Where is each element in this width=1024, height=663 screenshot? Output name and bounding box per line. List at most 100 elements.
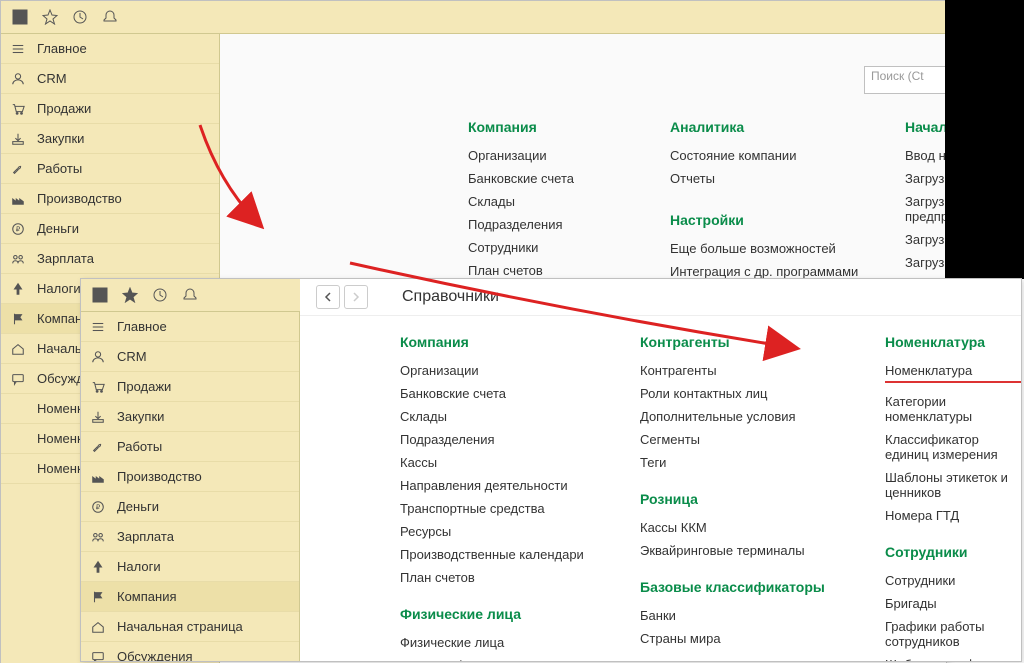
link-item[interactable]: Роли контактных лиц: [640, 383, 825, 404]
link-item[interactable]: Банки: [640, 605, 825, 626]
history-icon[interactable]: [69, 6, 91, 28]
link-item[interactable]: План счетов: [400, 567, 584, 588]
sidebar-item-11[interactable]: Обсуждения: [81, 642, 299, 661]
link-item[interactable]: Классификатор единиц измерения: [885, 429, 1021, 465]
sidebar-label: Производство: [37, 191, 122, 206]
group-contractors: КонтрагентыРоли контактных лицДополнител…: [640, 360, 825, 473]
sidebar-item-6[interactable]: ₽Деньги: [81, 492, 299, 522]
link-item[interactable]: Организации: [400, 360, 584, 381]
sidebar-item-7[interactable]: Зарплата: [81, 522, 299, 552]
link-item[interactable]: Шаблоны графиков работы: [885, 654, 1021, 661]
sidebar-label: Продажи: [37, 101, 91, 116]
link-item[interactable]: Категории номенклатуры: [885, 391, 1021, 427]
sidebar-item-3[interactable]: Закупки: [1, 124, 219, 154]
group-company-2: ОрганизацииБанковские счетаСкладыПодразд…: [400, 360, 584, 588]
sidebar-item-2[interactable]: Продажи: [1, 94, 219, 124]
link-item[interactable]: Ресурсы: [400, 521, 584, 542]
sidebar-item-5[interactable]: Производство: [1, 184, 219, 214]
link-item[interactable]: Загрузка данных из внешнего источника: [905, 229, 946, 250]
link-item[interactable]: Направления деятельности: [400, 475, 584, 496]
wrench-icon: [9, 160, 27, 178]
bell-icon[interactable]: [179, 284, 201, 306]
group-nomenclature: Категории номенклатурыКлассификатор един…: [885, 391, 1021, 526]
link-item[interactable]: Подразделения: [468, 214, 648, 235]
link-item[interactable]: Подписи физических лиц: [400, 655, 584, 661]
sidebar-item-8[interactable]: Налоги: [81, 552, 299, 582]
heading-employees: Сотрудники: [885, 544, 1021, 560]
sidebar-item-10[interactable]: Начальная страница: [81, 612, 299, 642]
group-initial-links: Ввод начальных остатковЗагрузка данных и…: [905, 145, 946, 273]
link-nomenclature-main[interactable]: Номенклатура: [885, 360, 1021, 383]
menu-icon: [9, 40, 27, 58]
link-item[interactable]: Производственные календари: [400, 544, 584, 565]
link-item[interactable]: Шаблоны этикеток и ценников: [885, 467, 1021, 503]
sidebar-item-1[interactable]: CRM: [81, 342, 299, 372]
link-item[interactable]: Еще больше возможностей: [670, 238, 890, 259]
sidebar-item-4[interactable]: Работы: [1, 154, 219, 184]
sidebar-item-9[interactable]: Компания: [81, 582, 299, 612]
heading-settings: Настройки: [670, 212, 890, 228]
link-item[interactable]: Кассы ККМ: [640, 517, 825, 538]
link-item[interactable]: Загрузка данных из УТ 10.3: [905, 168, 946, 189]
menu-icon: [89, 318, 107, 336]
star-icon[interactable]: [39, 6, 61, 28]
in-icon: [89, 408, 107, 426]
link-item[interactable]: Банковские счета: [468, 168, 648, 189]
sidebar-item-6[interactable]: ₽Деньги: [1, 214, 219, 244]
link-item[interactable]: Организации: [468, 145, 648, 166]
link-item[interactable]: Банковские счета: [400, 383, 584, 404]
history-icon[interactable]: [149, 284, 171, 306]
link-item[interactable]: Загрузить данные с сайта: [905, 252, 946, 273]
people-icon: [89, 528, 107, 546]
people-icon: [9, 250, 27, 268]
link-item[interactable]: Контрагенты: [640, 360, 825, 381]
grid-icon[interactable]: [89, 284, 111, 306]
grid-icon[interactable]: [9, 6, 31, 28]
chat-icon: [89, 648, 107, 662]
in-icon: [9, 130, 27, 148]
link-item[interactable]: Дополнительные условия: [640, 406, 825, 427]
link-item[interactable]: Графики работы сотрудников: [885, 616, 1021, 652]
search-input[interactable]: Поиск (Ct: [864, 66, 946, 94]
link-item[interactable]: Эквайринговые терминалы: [640, 540, 825, 561]
link-item[interactable]: Транспортные средства: [400, 498, 584, 519]
link-item[interactable]: Сотрудники: [885, 570, 1021, 591]
window-2: ГлавноеCRMПродажиЗакупкиРаботы Производст…: [80, 278, 1022, 662]
heading-company-2: Компания: [400, 334, 584, 350]
sidebar-item-3[interactable]: Закупки: [81, 402, 299, 432]
forward-button[interactable]: [344, 285, 368, 309]
sidebar-item-2[interactable]: Продажи: [81, 372, 299, 402]
svg-text:₽: ₽: [96, 503, 101, 511]
link-item[interactable]: Сотрудники: [468, 237, 648, 258]
link-item[interactable]: Состояние компании: [670, 145, 890, 166]
bell-icon[interactable]: [99, 6, 121, 28]
back-button[interactable]: [316, 285, 340, 309]
sidebar-label: Начальная страница: [117, 619, 243, 634]
col2-contractors: Контрагенты КонтрагентыРоли контактных л…: [640, 334, 825, 661]
content-2: Справочники Компания ОрганизацииБанковск…: [300, 279, 1021, 661]
link-item[interactable]: Страны мира: [640, 628, 825, 649]
sidebar-item-5[interactable]: Производство: [81, 462, 299, 492]
link-item[interactable]: Номера ГТД: [885, 505, 1021, 526]
sidebar-item-4[interactable]: Работы: [81, 432, 299, 462]
link-item[interactable]: Склады: [468, 191, 648, 212]
heading-analytics: Аналитика: [670, 119, 890, 135]
sidebar-item-0[interactable]: Главное: [81, 312, 299, 342]
cart-icon: [9, 100, 27, 118]
sidebar-label: Деньги: [37, 221, 79, 236]
link-item[interactable]: Склады: [400, 406, 584, 427]
sidebar-item-7[interactable]: Зарплата: [1, 244, 219, 274]
link-item[interactable]: Загрузка данных из 1С:Отчетность предпри…: [905, 191, 946, 227]
link-item[interactable]: Теги: [640, 452, 825, 473]
link-item[interactable]: Физические лица: [400, 632, 584, 653]
sidebar-label: Производство: [117, 469, 202, 484]
star-icon[interactable]: [119, 284, 141, 306]
link-item[interactable]: Подразделения: [400, 429, 584, 450]
link-item[interactable]: Кассы: [400, 452, 584, 473]
sidebar-item-1[interactable]: CRM: [1, 64, 219, 94]
link-item[interactable]: Бригады: [885, 593, 1021, 614]
link-item[interactable]: Отчеты: [670, 168, 890, 189]
link-item[interactable]: Ввод начальных остатков: [905, 145, 946, 166]
sidebar-item-0[interactable]: Главное: [1, 34, 219, 64]
link-item[interactable]: Сегменты: [640, 429, 825, 450]
